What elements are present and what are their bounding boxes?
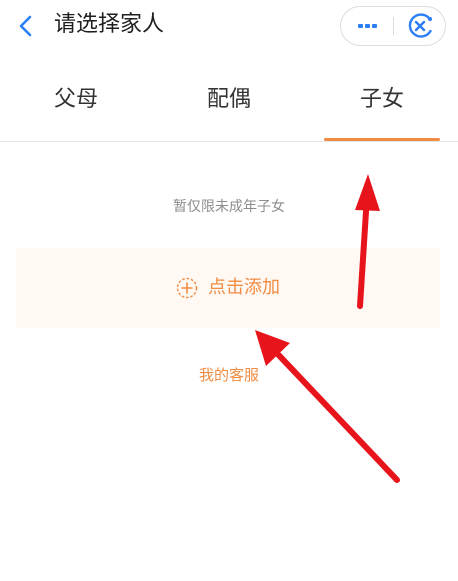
mini-program-capsule xyxy=(340,6,446,46)
tab-children[interactable]: 子女 xyxy=(306,58,458,142)
close-circle-icon xyxy=(408,13,432,38)
tabs-divider xyxy=(0,141,458,142)
tab-parents[interactable]: 父母 xyxy=(0,58,152,142)
capsule-divider xyxy=(393,17,394,35)
navigation-bar: 请选择家人 xyxy=(0,0,458,56)
family-tabs: 父母 配偶 子女 xyxy=(0,58,458,142)
add-family-button[interactable]: 点击添加 xyxy=(16,248,440,328)
back-arrow-icon xyxy=(19,15,32,37)
customer-service-link[interactable]: 我的客服 xyxy=(0,364,458,386)
more-button[interactable] xyxy=(341,7,393,45)
plus-circle-icon xyxy=(176,277,198,299)
add-family-card[interactable]: 点击添加 xyxy=(16,248,440,328)
add-family-label: 点击添加 xyxy=(208,277,280,298)
tab-spouse[interactable]: 配偶 xyxy=(152,58,306,142)
annotation-arrow-add xyxy=(255,330,400,483)
minor-children-hint: 暂仅限未成年子女 xyxy=(173,199,285,215)
more-dots-icon xyxy=(358,24,377,28)
back-button[interactable] xyxy=(10,10,42,42)
page-title: 请选择家人 xyxy=(54,12,165,37)
close-button[interactable] xyxy=(395,7,445,45)
